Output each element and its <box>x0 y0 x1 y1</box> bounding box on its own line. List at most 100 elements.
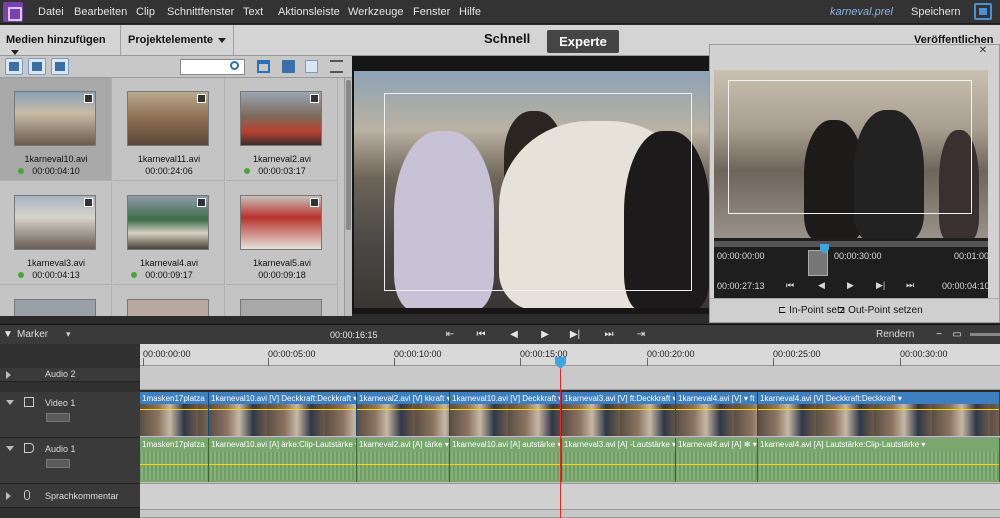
video-filter-button[interactable] <box>5 58 23 75</box>
close-icon[interactable]: ✕ <box>977 45 989 57</box>
preview-video-frame[interactable] <box>714 70 988 238</box>
opacity-line[interactable] <box>450 409 561 410</box>
tab-expert[interactable]: Experte <box>547 30 619 53</box>
menu-edit[interactable]: Bearbeiten <box>74 6 127 18</box>
preview-scrubber-track[interactable] <box>714 241 988 247</box>
tab-quick[interactable]: Schnell <box>484 31 530 46</box>
track-header-narration[interactable]: Sprachkommentar <box>0 484 140 508</box>
opacity-line[interactable] <box>562 409 675 410</box>
opacity-line[interactable] <box>758 409 999 410</box>
volume-line[interactable] <box>676 464 757 465</box>
render-button[interactable]: Rendern <box>876 329 914 340</box>
video-clip[interactable]: 1karneval2.avi [V] kkraft ▾ <box>357 392 450 436</box>
video-clip[interactable]: 1karneval4.avi [V] Deckkraft:Deckkraft ▾ <box>758 392 1000 436</box>
audio-clip[interactable]: 1karneval2.avi [A] tärke ▾ <box>357 438 450 482</box>
next-edit-icon[interactable]: ⏭ <box>602 328 616 342</box>
zoom-out-icon[interactable]: − <box>932 328 946 342</box>
track-header-video1[interactable]: Video 1 <box>0 392 140 438</box>
zoom-fit-icon[interactable]: ▭ <box>950 328 964 342</box>
track-narration[interactable] <box>140 484 1000 510</box>
volume-line[interactable] <box>450 464 561 465</box>
track-video1[interactable]: 1masken17platza 1karneval10.avi [V] Deck… <box>140 392 1000 438</box>
video-clip[interactable]: 1karneval4.avi [V] ▾ ft ▾ <box>676 392 758 436</box>
in-out-range[interactable] <box>808 250 828 276</box>
menu-tools[interactable]: Werkzeuge <box>348 6 403 18</box>
track-header-audio2[interactable]: Audio 2 <box>0 368 140 382</box>
audio-clip[interactable]: 1karneval10.avi [A] ärke:Clip-Lautstärke… <box>209 438 357 482</box>
image-filter-button[interactable] <box>28 58 46 75</box>
audio-clip[interactable]: 1karneval4.avi [A] ✻ ▾ <box>676 438 758 482</box>
media-item[interactable] <box>0 286 112 316</box>
menu-timeline[interactable]: Schnittfenster <box>167 6 234 18</box>
go-to-out-icon[interactable]: ⏭ <box>906 280 914 291</box>
save-button[interactable]: Speichern <box>911 6 961 18</box>
media-item[interactable] <box>226 286 338 316</box>
go-to-end-icon[interactable]: ⇥ <box>634 328 648 342</box>
track-soundtrack[interactable] <box>140 510 1000 518</box>
marker-dropdown[interactable]: Marker <box>17 329 48 340</box>
video-clip[interactable]: 1karneval10.avi [V] Deckkraft:Deckkraft … <box>209 392 357 436</box>
video-clip[interactable]: 1masken17platza <box>140 392 209 436</box>
step-back-icon[interactable]: ◀ <box>507 328 521 342</box>
audio-clip[interactable]: 1karneval4.avi [A] Lautstärke:Clip-Lauts… <box>758 438 1000 482</box>
go-to-in-icon[interactable]: ⏮ <box>786 280 794 291</box>
menu-clip[interactable]: Clip <box>136 6 155 18</box>
audio-clip[interactable]: 1karneval10.avi [A] autstärke ▾ <box>450 438 562 482</box>
step-back-icon[interactable]: ◀ <box>818 280 825 291</box>
go-to-start-icon[interactable]: ⇤ <box>443 328 457 342</box>
audio-clip[interactable]: 1masken17platza <box>140 438 209 482</box>
collapse-triangle-icon[interactable]: ▼ <box>3 328 13 342</box>
menu-text[interactable]: Text <box>243 6 263 18</box>
expand-triangle-icon[interactable] <box>6 492 11 500</box>
opacity-line[interactable] <box>209 409 356 410</box>
play-icon[interactable]: ▶ <box>847 280 854 291</box>
step-forward-icon[interactable]: ▶| <box>876 280 885 291</box>
folder-icon[interactable] <box>257 60 270 73</box>
media-scrollbar[interactable] <box>344 78 352 316</box>
zoom-slider[interactable] <box>970 333 1000 336</box>
media-item[interactable]: 1karneval2.avi 00:00:03:17 <box>226 78 338 181</box>
set-out-point-button[interactable]: ⊐ Out-Point setzen <box>837 305 923 316</box>
playhead-line[interactable] <box>560 358 561 518</box>
collapse-triangle-icon[interactable] <box>6 400 14 405</box>
trash-icon[interactable] <box>282 60 295 73</box>
previous-edit-icon[interactable]: ⏮ <box>474 328 488 342</box>
menu-window[interactable]: Fenster <box>413 6 450 18</box>
volume-line[interactable] <box>758 464 999 465</box>
media-item[interactable]: 1karneval3.avi 00:00:04:13 <box>0 182 112 285</box>
video-clip[interactable]: 1karneval3.avi [V] ft:Deckkraft ▾ <box>562 392 676 436</box>
volume-line[interactable] <box>357 464 449 465</box>
fullscreen-icon[interactable] <box>974 3 992 20</box>
set-in-point-button[interactable]: ⊏ In-Point setz <box>778 305 845 316</box>
media-item[interactable] <box>113 286 225 316</box>
menu-file[interactable]: Datei <box>38 6 64 18</box>
pin-icon[interactable] <box>305 60 318 73</box>
step-forward-icon[interactable]: ▶| <box>568 328 582 342</box>
scrollbar-thumb[interactable] <box>346 80 351 230</box>
track-audio1[interactable]: 1masken17platza 1karneval10.avi [A] ärke… <box>140 438 1000 484</box>
add-media-dropdown[interactable]: Medien hinzufügen <box>0 25 121 55</box>
media-item[interactable]: 1karneval5.avi 00:00:09:18 <box>226 182 338 285</box>
menu-action-bar[interactable]: Aktionsleiste <box>278 6 340 18</box>
play-icon[interactable]: ▶ <box>538 328 552 342</box>
keyframe-navigator[interactable] <box>46 459 70 468</box>
monitor-video-frame[interactable] <box>354 71 710 308</box>
track-audio2[interactable] <box>140 366 1000 390</box>
chevron-down-icon[interactable]: ▾ <box>66 329 71 340</box>
volume-line[interactable] <box>209 464 356 465</box>
search-icon[interactable] <box>230 61 239 70</box>
video-clip[interactable]: 1karneval10.avi [V] Deckkraft ▾ <box>450 392 562 436</box>
volume-line[interactable] <box>562 464 675 465</box>
expand-triangle-icon[interactable] <box>6 371 11 379</box>
media-item[interactable]: 1karneval10.avi 00:00:04:10 <box>0 78 112 181</box>
audio-clip[interactable]: 1karneval3.avi [A] -Lautstärke ▾ <box>562 438 676 482</box>
opacity-line[interactable] <box>676 409 757 410</box>
timeline-ruler[interactable]: 00:00:00:00 00:00:05:00 00:00:10:00 00:0… <box>140 344 1000 366</box>
volume-line[interactable] <box>140 464 208 465</box>
media-item[interactable]: 1karneval4.avi 00:00:09:17 <box>113 182 225 285</box>
opacity-line[interactable] <box>140 409 208 410</box>
media-item[interactable]: 1karneval11.avi 00:00:24:06 <box>113 78 225 181</box>
opacity-line[interactable] <box>357 409 449 410</box>
keyframe-navigator[interactable] <box>46 413 70 422</box>
track-header-audio1[interactable]: Audio 1 <box>0 438 140 484</box>
